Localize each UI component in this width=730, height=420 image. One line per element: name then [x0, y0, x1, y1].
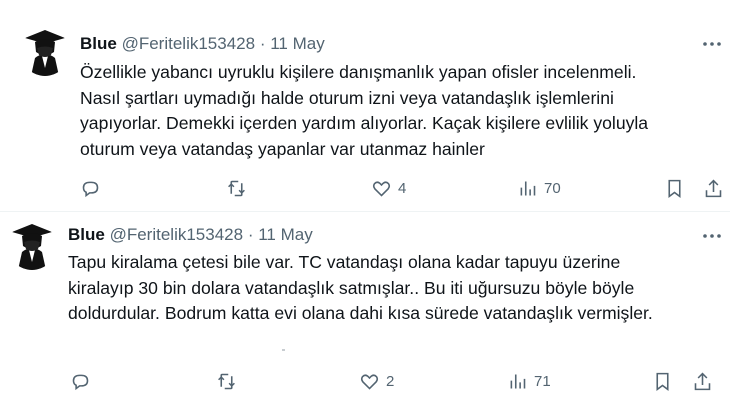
tweet-text: Özellikle yabancı uyruklu kişilere danış…	[80, 60, 720, 162]
reply-button[interactable]	[80, 176, 101, 200]
share-icon	[694, 372, 711, 390]
retweet-button[interactable]	[216, 369, 237, 393]
tweet-date[interactable]: 11 May	[258, 225, 313, 244]
separator-dot: ·	[259, 34, 266, 53]
bookmark-icon	[668, 179, 681, 198]
views-count: 71	[534, 372, 551, 390]
tweet-text-line: Özellikle yabancı uyruklu kişilere danış…	[80, 62, 637, 82]
faint-mark	[282, 349, 285, 351]
tweet-date[interactable]: 11 May	[270, 34, 325, 53]
like-button[interactable]: 2	[359, 369, 394, 393]
views-icon	[520, 181, 536, 195]
avatar[interactable]	[21, 28, 69, 76]
share-icon	[705, 179, 722, 197]
share-button[interactable]	[692, 369, 713, 393]
user-handle[interactable]: @Feritelik153428	[122, 34, 256, 53]
user-handle[interactable]: @Feritelik153428	[110, 225, 244, 244]
tweet-text-line: doldurdular. Bodrum katta evi olana dahi…	[68, 303, 653, 323]
bookmark-button[interactable]	[664, 176, 685, 200]
tweet-actions: 2 71	[0, 369, 730, 393]
views-button[interactable]: 70	[517, 176, 561, 200]
more-icon[interactable]	[700, 226, 724, 246]
avatar-image	[8, 222, 56, 270]
tweet-text-line: Tapu kiralama çetesi bile var. TC vatand…	[68, 252, 621, 272]
more-icon[interactable]	[700, 34, 724, 54]
reply-icon	[82, 181, 99, 197]
views-button[interactable]: 71	[507, 369, 551, 393]
avatar-image	[21, 28, 69, 76]
bookmark-button[interactable]	[652, 369, 673, 393]
retweet-button[interactable]	[226, 176, 247, 200]
views-icon	[510, 374, 526, 388]
tweet-header: Blue @Feritelik153428 · 11 May	[68, 224, 313, 246]
tweet[interactable]: Blue @Feritelik153428 · 11 May Tapu kira…	[0, 212, 730, 420]
avatar[interactable]	[8, 222, 56, 270]
like-icon	[372, 180, 391, 197]
tweet-actions: 4 70	[0, 176, 730, 200]
bookmark-icon	[656, 372, 669, 391]
like-count: 4	[398, 179, 407, 197]
tweet-header: Blue @Feritelik153428 · 11 May	[80, 33, 325, 55]
share-button[interactable]	[703, 176, 724, 200]
tweet-text-line: oturum veya vatandaş yapanlar var utanma…	[80, 138, 485, 159]
reply-icon	[72, 374, 89, 390]
tweet-text-line: Nasıl şartları uymadığı halde oturum izn…	[80, 87, 614, 108]
like-icon	[360, 373, 379, 390]
tweet-text-line: kiralayıp 30 bin dolara vatandaşlık satm…	[68, 277, 635, 298]
tweet-text: Tapu kiralama çetesi bile var. TC vatand…	[68, 250, 718, 327]
display-name[interactable]: Blue	[68, 225, 105, 244]
views-count: 70	[544, 179, 561, 197]
separator-dot: ·	[247, 225, 254, 244]
tweet[interactable]: Blue @Feritelik153428 · 11 May Özellikle…	[0, 0, 730, 212]
like-button[interactable]: 4	[371, 176, 406, 200]
display-name[interactable]: Blue	[80, 34, 117, 53]
retweet-icon	[228, 180, 245, 196]
reply-button[interactable]	[70, 369, 91, 393]
tweet-text-line: yapıyorlar. Demekki içerden yardım alıyo…	[80, 113, 649, 133]
retweet-icon	[218, 373, 235, 389]
like-count: 2	[386, 372, 395, 390]
